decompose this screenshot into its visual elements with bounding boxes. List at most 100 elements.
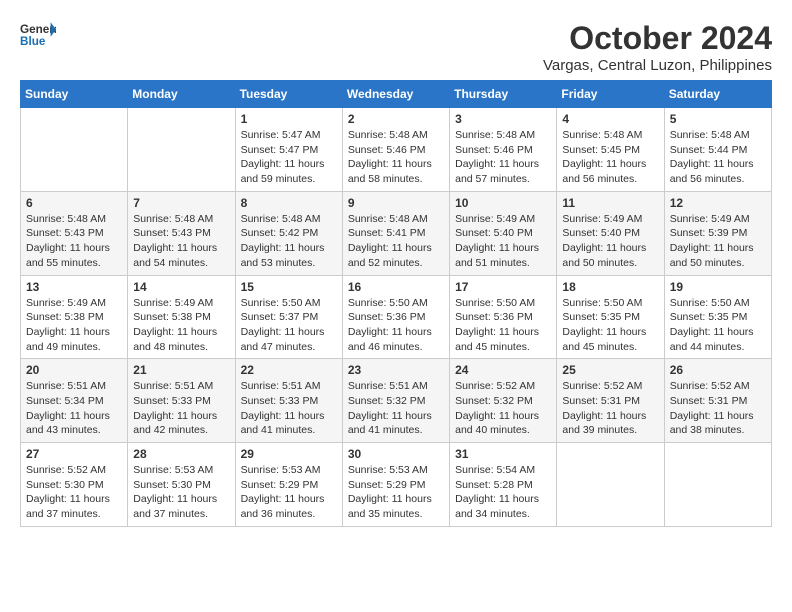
day-number: 13 <box>26 280 122 294</box>
day-info: Sunrise: 5:49 AM Sunset: 5:40 PM Dayligh… <box>562 212 658 271</box>
day-info: Sunrise: 5:50 AM Sunset: 5:35 PM Dayligh… <box>670 296 766 355</box>
day-number: 18 <box>562 280 658 294</box>
calendar-cell: 2 Sunrise: 5:48 AM Sunset: 5:46 PM Daylig… <box>342 108 449 192</box>
weekday-header: Saturday <box>664 81 771 108</box>
weekday-header: Monday <box>128 81 235 108</box>
logo-icon: General Blue <box>20 20 56 48</box>
calendar-cell: 8Sunrise: 5:48 AM Sunset: 5:42 PM Daylig… <box>235 191 342 275</box>
calendar-cell: 20Sunrise: 5:51 AM Sunset: 5:34 PM Dayli… <box>21 359 128 443</box>
calendar-cell: 24 Sunrise: 5:52 AM Sunset: 5:32 PM Dayli… <box>450 359 557 443</box>
day-number: 29 <box>241 447 337 461</box>
day-info: Sunrise: 5:52 AM Sunset: 5:31 PM Dayligh… <box>670 379 766 438</box>
calendar-cell: 21 Sunrise: 5:51 AM Sunset: 5:33 PM Dayli… <box>128 359 235 443</box>
day-number: 3 <box>455 112 551 126</box>
day-info: Sunrise: 5:47 AM Sunset: 5:47 PM Dayligh… <box>241 128 337 187</box>
location: Vargas, Central Luzon, Philippines <box>543 57 772 74</box>
day-number: 14 <box>133 280 229 294</box>
day-number: 1 <box>241 112 337 126</box>
day-info: Sunrise: 5:48 AM Sunset: 5:43 PM Dayligh… <box>133 212 229 271</box>
calendar-week-row: 13 Sunrise: 5:49 AM Sunset: 5:38 PM Dayli… <box>21 275 772 359</box>
day-info: Sunrise: 5:52 AM Sunset: 5:32 PM Dayligh… <box>455 379 551 438</box>
day-number: 30 <box>348 447 444 461</box>
calendar-cell <box>664 443 771 527</box>
day-number: 10 <box>455 196 551 210</box>
calendar-cell <box>21 108 128 192</box>
day-info: Sunrise: 5:53 AM Sunset: 5:29 PM Dayligh… <box>348 463 444 522</box>
day-info: Sunrise: 5:48 AM Sunset: 5:46 PM Dayligh… <box>348 128 444 187</box>
weekday-header: Thursday <box>450 81 557 108</box>
day-info: Sunrise: 5:50 AM Sunset: 5:35 PM Dayligh… <box>562 296 658 355</box>
calendar-cell: 15Sunrise: 5:50 AM Sunset: 5:37 PM Dayli… <box>235 275 342 359</box>
day-info: Sunrise: 5:50 AM Sunset: 5:36 PM Dayligh… <box>455 296 551 355</box>
day-number: 6 <box>26 196 122 210</box>
calendar-cell: 9 Sunrise: 5:48 AM Sunset: 5:41 PM Daylig… <box>342 191 449 275</box>
day-number: 24 <box>455 363 551 377</box>
calendar-table: SundayMondayTuesdayWednesdayThursdayFrid… <box>20 80 772 527</box>
day-number: 11 <box>562 196 658 210</box>
day-number: 12 <box>670 196 766 210</box>
day-number: 16 <box>348 280 444 294</box>
page-header: General Blue October 2024 Vargas, Centra… <box>20 20 772 74</box>
calendar-cell: 11 Sunrise: 5:49 AM Sunset: 5:40 PM Dayli… <box>557 191 664 275</box>
day-number: 4 <box>562 112 658 126</box>
logo: General Blue <box>20 20 56 48</box>
day-number: 15 <box>241 280 337 294</box>
day-info: Sunrise: 5:52 AM Sunset: 5:31 PM Dayligh… <box>562 379 658 438</box>
day-number: 21 <box>133 363 229 377</box>
calendar-cell <box>128 108 235 192</box>
day-number: 2 <box>348 112 444 126</box>
calendar-week-row: 27Sunrise: 5:52 AM Sunset: 5:30 PM Dayli… <box>21 443 772 527</box>
calendar-week-row: 20Sunrise: 5:51 AM Sunset: 5:34 PM Dayli… <box>21 359 772 443</box>
day-number: 26 <box>670 363 766 377</box>
calendar-cell: 29 Sunrise: 5:53 AM Sunset: 5:29 PM Dayli… <box>235 443 342 527</box>
day-info: Sunrise: 5:48 AM Sunset: 5:41 PM Dayligh… <box>348 212 444 271</box>
day-info: Sunrise: 5:51 AM Sunset: 5:34 PM Dayligh… <box>26 379 122 438</box>
calendar-cell: 3 Sunrise: 5:48 AM Sunset: 5:46 PM Daylig… <box>450 108 557 192</box>
weekday-header: Wednesday <box>342 81 449 108</box>
calendar-cell: 1 Sunrise: 5:47 AM Sunset: 5:47 PM Daylig… <box>235 108 342 192</box>
day-info: Sunrise: 5:48 AM Sunset: 5:44 PM Dayligh… <box>670 128 766 187</box>
calendar-cell: 23 Sunrise: 5:51 AM Sunset: 5:32 PM Dayli… <box>342 359 449 443</box>
day-number: 31 <box>455 447 551 461</box>
weekday-header: Tuesday <box>235 81 342 108</box>
calendar-cell: 7 Sunrise: 5:48 AM Sunset: 5:43 PM Daylig… <box>128 191 235 275</box>
day-number: 17 <box>455 280 551 294</box>
day-number: 8 <box>241 196 337 210</box>
day-number: 28 <box>133 447 229 461</box>
calendar-cell: 27Sunrise: 5:52 AM Sunset: 5:30 PM Dayli… <box>21 443 128 527</box>
calendar-cell: 14 Sunrise: 5:49 AM Sunset: 5:38 PM Dayli… <box>128 275 235 359</box>
calendar-cell: 19Sunrise: 5:50 AM Sunset: 5:35 PM Dayli… <box>664 275 771 359</box>
calendar-cell: 10 Sunrise: 5:49 AM Sunset: 5:40 PM Dayli… <box>450 191 557 275</box>
calendar-cell: 30 Sunrise: 5:53 AM Sunset: 5:29 PM Dayli… <box>342 443 449 527</box>
weekday-header: Friday <box>557 81 664 108</box>
day-info: Sunrise: 5:49 AM Sunset: 5:38 PM Dayligh… <box>133 296 229 355</box>
day-number: 9 <box>348 196 444 210</box>
day-info: Sunrise: 5:54 AM Sunset: 5:28 PM Dayligh… <box>455 463 551 522</box>
calendar-cell: 13 Sunrise: 5:49 AM Sunset: 5:38 PM Dayli… <box>21 275 128 359</box>
day-info: Sunrise: 5:48 AM Sunset: 5:46 PM Dayligh… <box>455 128 551 187</box>
day-info: Sunrise: 5:49 AM Sunset: 5:39 PM Dayligh… <box>670 212 766 271</box>
calendar-cell: 31 Sunrise: 5:54 AM Sunset: 5:28 PM Dayli… <box>450 443 557 527</box>
day-number: 7 <box>133 196 229 210</box>
calendar-cell: 4 Sunrise: 5:48 AM Sunset: 5:45 PM Daylig… <box>557 108 664 192</box>
day-info: Sunrise: 5:53 AM Sunset: 5:29 PM Dayligh… <box>241 463 337 522</box>
day-info: Sunrise: 5:51 AM Sunset: 5:32 PM Dayligh… <box>348 379 444 438</box>
day-info: Sunrise: 5:48 AM Sunset: 5:45 PM Dayligh… <box>562 128 658 187</box>
calendar-cell: 16 Sunrise: 5:50 AM Sunset: 5:36 PM Dayli… <box>342 275 449 359</box>
weekday-header-row: SundayMondayTuesdayWednesdayThursdayFrid… <box>21 81 772 108</box>
day-info: Sunrise: 5:49 AM Sunset: 5:38 PM Dayligh… <box>26 296 122 355</box>
day-number: 23 <box>348 363 444 377</box>
day-info: Sunrise: 5:51 AM Sunset: 5:33 PM Dayligh… <box>241 379 337 438</box>
calendar-cell: 18 Sunrise: 5:50 AM Sunset: 5:35 PM Dayli… <box>557 275 664 359</box>
day-info: Sunrise: 5:52 AM Sunset: 5:30 PM Dayligh… <box>26 463 122 522</box>
day-info: Sunrise: 5:51 AM Sunset: 5:33 PM Dayligh… <box>133 379 229 438</box>
calendar-cell: 17 Sunrise: 5:50 AM Sunset: 5:36 PM Dayli… <box>450 275 557 359</box>
day-number: 22 <box>241 363 337 377</box>
calendar-week-row: 6 Sunrise: 5:48 AM Sunset: 5:43 PM Daylig… <box>21 191 772 275</box>
calendar-cell: 28Sunrise: 5:53 AM Sunset: 5:30 PM Dayli… <box>128 443 235 527</box>
calendar-week-row: 1 Sunrise: 5:47 AM Sunset: 5:47 PM Daylig… <box>21 108 772 192</box>
calendar-cell: 6Sunrise: 5:48 AM Sunset: 5:43 PM Daylig… <box>21 191 128 275</box>
calendar-cell: 12 Sunrise: 5:49 AM Sunset: 5:39 PM Dayli… <box>664 191 771 275</box>
day-info: Sunrise: 5:49 AM Sunset: 5:40 PM Dayligh… <box>455 212 551 271</box>
day-info: Sunrise: 5:50 AM Sunset: 5:36 PM Dayligh… <box>348 296 444 355</box>
